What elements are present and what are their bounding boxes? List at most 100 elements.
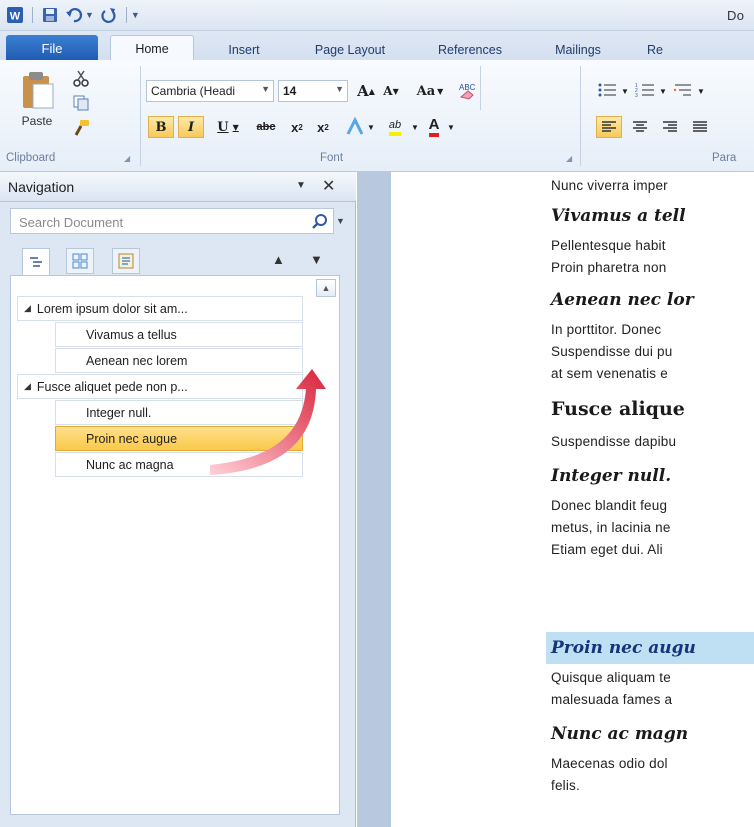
copy-icon[interactable] — [70, 93, 92, 113]
next-heading-icon[interactable]: ▼ — [310, 252, 323, 267]
ribbon-tabs: File Home Insert Page Layout References … — [0, 31, 754, 62]
svg-text:3: 3 — [635, 93, 638, 98]
font-size-combo[interactable]: 14 ▼ — [278, 80, 348, 102]
change-case-button[interactable]: Aa ▼ — [412, 80, 448, 102]
navigation-header: Navigation ▼ ✕ — [0, 172, 356, 202]
search-icon[interactable] — [311, 213, 329, 231]
drag-arrow-annotation — [210, 369, 326, 475]
format-painter-icon[interactable] — [70, 118, 92, 138]
body-text: Pellentesque habit — [551, 238, 666, 253]
redo-icon[interactable] — [100, 6, 118, 24]
body-text: malesuada fames a — [551, 692, 673, 707]
clear-formatting-icon[interactable]: ABC — [456, 80, 478, 100]
body-text: Quisque aliquam te — [551, 670, 671, 685]
body-text: Donec blandit feug — [551, 498, 668, 513]
body-text: Suspendisse dui pu — [551, 344, 673, 359]
title-bar: W ▼ ▼ Do — [0, 0, 754, 31]
subscript-button[interactable]: x2 — [286, 116, 308, 138]
text-effects-icon[interactable] — [344, 117, 366, 137]
tree-item-label: Nunc ac magna — [86, 457, 174, 472]
paragraph-group-label: Para — [712, 152, 737, 164]
navigation-pane: Navigation ▼ ✕ Search Document ▼ ▲ ▼ ▲ ◢… — [0, 172, 356, 827]
tree-item-heading-2[interactable]: Vivamus a tellus — [55, 322, 303, 347]
qat-divider — [32, 7, 33, 23]
paste-label: Paste — [21, 114, 53, 128]
pages-icon — [72, 253, 88, 269]
browse-headings-tab[interactable] — [22, 248, 50, 276]
chevron-down-icon[interactable]: ▼ — [446, 116, 456, 138]
pane-options-icon[interactable]: ▼ — [296, 180, 306, 191]
grow-font-button[interactable]: A ▲ — [354, 80, 378, 102]
heading-2: Nunc ac magn — [551, 724, 689, 744]
highlight-button[interactable]: ab — [380, 116, 410, 138]
superscript-button[interactable]: x2 — [312, 116, 334, 138]
collapse-triangle-icon[interactable]: ◢ — [24, 303, 31, 314]
body-text: Nunc viverra imper — [551, 178, 668, 193]
grow-font-label: A — [357, 82, 369, 100]
chevron-down-icon[interactable]: ▼ — [410, 116, 420, 138]
undo-dropdown-icon[interactable]: ▼ — [85, 10, 94, 20]
body-text: Proin pharetra non — [551, 260, 667, 275]
body-text: Etiam eget dui. Ali — [551, 542, 663, 557]
strikethrough-button[interactable]: abc — [250, 116, 282, 138]
tab-review[interactable]: Re — [640, 38, 670, 61]
clipboard-launcher-icon[interactable]: ◢ — [124, 154, 134, 164]
chevron-down-icon[interactable]: ▼ — [366, 116, 376, 138]
word-icon[interactable]: W — [6, 6, 24, 24]
search-options-icon[interactable]: ▼ — [336, 216, 345, 226]
bullets-icon[interactable] — [596, 80, 618, 100]
justify-button[interactable] — [688, 116, 712, 138]
tab-file[interactable]: File — [6, 35, 98, 61]
font-launcher-icon[interactable]: ◢ — [566, 154, 576, 164]
bold-button[interactable]: B — [148, 116, 174, 138]
collapse-triangle-icon[interactable]: ◢ — [24, 381, 31, 392]
undo-icon[interactable] — [65, 6, 83, 24]
customize-icon[interactable]: ▼ — [131, 10, 140, 20]
multilevel-list-icon[interactable] — [672, 80, 694, 100]
scroll-up-icon[interactable]: ▲ — [316, 279, 336, 297]
change-case-label: Aa — [416, 83, 436, 99]
document-page[interactable]: Nunc viverra imper Vivamus a tell Pellen… — [391, 172, 754, 827]
font-name-value: Cambria (Headi — [151, 84, 236, 98]
search-document-input[interactable]: Search Document — [10, 208, 334, 234]
chevron-down-icon[interactable]: ▼ — [658, 80, 668, 102]
tab-mailings[interactable]: Mailings — [540, 38, 616, 61]
document-gutter — [357, 172, 391, 827]
underline-label: U — [217, 119, 229, 135]
body-text: felis. — [551, 778, 580, 793]
browse-results-tab[interactable] — [112, 248, 140, 274]
svg-text:ABC: ABC — [459, 83, 476, 92]
italic-button[interactable]: I — [178, 116, 204, 138]
align-center-button[interactable] — [628, 116, 652, 138]
previous-heading-icon[interactable]: ▲ — [272, 252, 285, 267]
body-text: In porttitor. Donec — [551, 322, 662, 337]
body-text: metus, in lacinia ne — [551, 520, 671, 535]
tab-page-layout[interactable]: Page Layout — [300, 38, 400, 61]
save-icon[interactable] — [41, 6, 59, 24]
paste-button[interactable]: Paste — [14, 70, 60, 142]
align-right-button[interactable] — [658, 116, 682, 138]
browse-pages-tab[interactable] — [66, 248, 94, 274]
numbering-icon[interactable]: 123 — [634, 80, 656, 100]
tree-item-label: Proin nec augue — [86, 431, 178, 446]
chevron-down-icon[interactable]: ▼ — [620, 80, 630, 102]
results-icon — [118, 253, 134, 269]
tab-insert[interactable]: Insert — [212, 38, 276, 61]
superscript-label: x — [317, 119, 325, 135]
font-name-combo[interactable]: Cambria (Headi ▼ — [146, 80, 274, 102]
clipboard-group-label: Clipboard — [6, 152, 56, 164]
qat-divider — [125, 7, 127, 23]
chevron-down-icon: ▼ — [335, 84, 344, 94]
underline-button[interactable]: U ▼ — [210, 116, 246, 138]
scrollbar[interactable]: ▲ — [316, 279, 336, 813]
chevron-down-icon[interactable]: ▼ — [696, 80, 706, 102]
cut-icon[interactable] — [70, 68, 92, 88]
body-text: at sem venenatis e — [551, 366, 668, 381]
close-icon[interactable]: ✕ — [322, 176, 335, 196]
align-left-button[interactable] — [596, 116, 622, 138]
shrink-font-button[interactable]: A ▼ — [380, 80, 402, 102]
tree-item-heading-1[interactable]: ◢ Lorem ipsum dolor sit am... — [17, 296, 303, 321]
tab-home[interactable]: Home — [110, 35, 194, 62]
font-color-button[interactable]: A — [422, 116, 446, 138]
tab-references[interactable]: References — [424, 38, 516, 61]
